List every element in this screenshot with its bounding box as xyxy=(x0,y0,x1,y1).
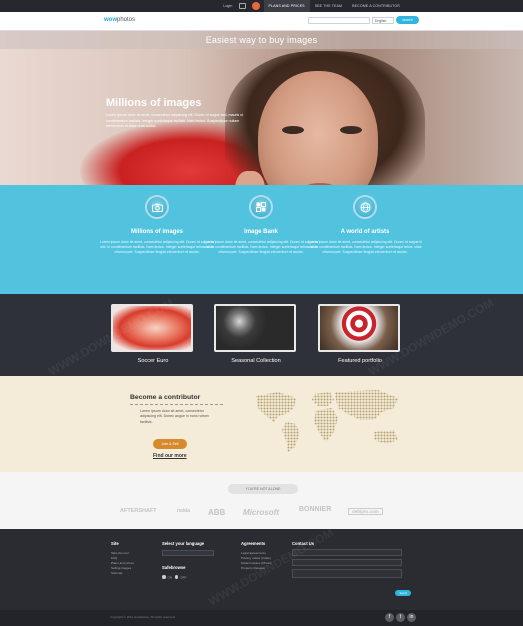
partner-logo: AFTERSHAFT xyxy=(120,508,157,514)
rss-icon[interactable] xyxy=(251,2,260,10)
partner-logo: BONNIER xyxy=(299,506,332,513)
feature-image-bank: Image Bank Lorem ipsum dolor sit amet, c… xyxy=(202,195,320,256)
find-out-more-link[interactable]: Find our more xyxy=(153,453,187,459)
hero-description: Lorem ipsum dolor sit amet, consectetur … xyxy=(106,113,244,128)
hero-eye-right xyxy=(340,126,362,134)
hero-eye-left xyxy=(282,126,304,134)
language-select[interactable]: English xyxy=(372,17,394,24)
footer-agreements-column: Agreements Legal agreements Privacy noti… xyxy=(241,541,271,571)
radio-on[interactable] xyxy=(162,575,166,579)
partner-logo: Microsoft xyxy=(243,508,279,517)
top-bar: Login PLANS AND PRICES SEE THE TEAM BECOME… xyxy=(0,0,523,12)
feature-title: A world of artists xyxy=(340,229,390,235)
divider xyxy=(130,404,223,405)
feature-millions-of-images: Millions of images Lorem ipsum dolor sit… xyxy=(98,195,216,256)
gallery-caption[interactable]: Soccer Euro xyxy=(98,358,208,364)
search-button[interactable]: search xyxy=(396,16,419,24)
globe-icon xyxy=(353,195,377,219)
footer-heading: Select your language xyxy=(162,541,205,546)
footer-heading: Site xyxy=(111,541,119,546)
search-input[interactable] xyxy=(308,17,370,24)
top-nav: PLANS AND PRICES SEE THE TEAM BECOME A CON… xyxy=(263,0,405,12)
feature-title: Millions of images xyxy=(130,229,183,235)
feature-title: Image Bank xyxy=(244,229,278,235)
contact-email-field[interactable] xyxy=(292,559,402,566)
footer-contact-column: Contact Us xyxy=(292,541,402,578)
features-section: Millions of images Lorem ipsum dolor sit… xyxy=(0,185,523,294)
partners-heading: YOU'RE NOT ALONE xyxy=(228,484,298,494)
partner-logo: nokia xyxy=(177,508,191,514)
send-button[interactable]: Send xyxy=(395,590,411,596)
feature-text: Lorem ipsum dolor sit amet, consectetur … xyxy=(99,240,215,255)
partner-logo: deltipto.com xyxy=(348,508,383,515)
safebrowse-toggle: ON OFF xyxy=(162,575,214,580)
hero-tagline: Easiest way to buy images xyxy=(205,35,318,45)
cart-icon[interactable] xyxy=(238,3,246,9)
copyright: Copyright © 2011 wowphotos. All rights r… xyxy=(110,615,176,619)
contributor-text: Lorem ipsum dolor sit amet, consectetur … xyxy=(140,409,209,424)
page: Login PLANS AND PRICES SEE THE TEAM BECOME… xyxy=(0,0,523,626)
gallery-section: Soccer Euro Seasonal Collection Featured… xyxy=(0,294,523,376)
join-sell-button[interactable]: Join & Sell xyxy=(153,439,187,449)
footer-site-column: Site Take the tour FAQ Plans and prices … xyxy=(111,541,134,576)
feature-text: Lorem ipsum dolor sit amet, consectetur … xyxy=(307,240,423,255)
footer-link[interactable]: Sitemap xyxy=(111,571,134,576)
facebook-icon[interactable]: f xyxy=(385,613,394,622)
radio-off[interactable] xyxy=(174,575,179,579)
feature-text: Lorem ipsum dolor sit amet, consectetur … xyxy=(203,240,319,255)
login-link[interactable]: Login xyxy=(223,4,232,8)
hero-title: Millions of images xyxy=(106,97,202,109)
hero-banner: Easiest way to buy images Millions of im… xyxy=(0,31,523,185)
footer-heading: Agreements xyxy=(241,541,266,546)
footer-heading: Contact Us xyxy=(292,541,315,546)
footer: Site Take the tour FAQ Plans and prices … xyxy=(0,529,523,610)
nav-plans-and-prices[interactable]: PLANS AND PRICES xyxy=(263,0,310,12)
thumbnail-seasonal-collection[interactable] xyxy=(214,304,296,352)
radio-label: OFF xyxy=(180,575,187,580)
logo-suffix: photos xyxy=(117,17,136,23)
footer-language-select[interactable] xyxy=(162,550,214,556)
contact-name-field[interactable] xyxy=(292,549,402,556)
contact-message-field[interactable] xyxy=(292,569,402,578)
image-bank-icon xyxy=(249,195,273,219)
camera-icon xyxy=(145,195,169,219)
contributor-section: Become a contributor Lorem ipsum dolor s… xyxy=(0,376,523,472)
radio-label: ON xyxy=(167,575,173,580)
twitter-icon[interactable]: t xyxy=(396,613,405,622)
nav-see-the-team[interactable]: SEE THE TEAM xyxy=(310,0,347,12)
bottom-bar: Copyright © 2011 wowphotos. All rights r… xyxy=(0,610,523,626)
gallery-caption[interactable]: Featured portfolio xyxy=(305,358,415,364)
thumbnail-featured-portfolio[interactable] xyxy=(318,304,400,352)
logo-prefix: wow xyxy=(104,17,117,23)
partners-section: YOU'RE NOT ALONE AFTERSHAFT nokia ABB Mi… xyxy=(0,472,523,529)
footer-heading: Safebrowse xyxy=(162,565,186,570)
linkedin-icon[interactable]: in xyxy=(407,613,416,622)
feature-world-of-artists: A world of artists Lorem ipsum dolor sit… xyxy=(306,195,424,256)
footer-language-column: Select your language Safebrowse ON OFF xyxy=(162,541,214,580)
site-logo[interactable]: wowphotos xyxy=(104,17,135,23)
nav-become-contributor[interactable]: BECOME A CONTRIBUTOR xyxy=(347,0,405,12)
footer-link[interactable]: Property Release xyxy=(241,566,271,571)
world-map-image xyxy=(256,390,398,452)
header: wowphotos English search xyxy=(0,12,523,31)
gallery-caption[interactable]: Seasonal Collection xyxy=(201,358,311,364)
thumbnail-soccer-euro[interactable] xyxy=(111,304,193,352)
partner-logo: ABB xyxy=(208,508,226,517)
contributor-title: Become a contributor xyxy=(130,394,201,401)
